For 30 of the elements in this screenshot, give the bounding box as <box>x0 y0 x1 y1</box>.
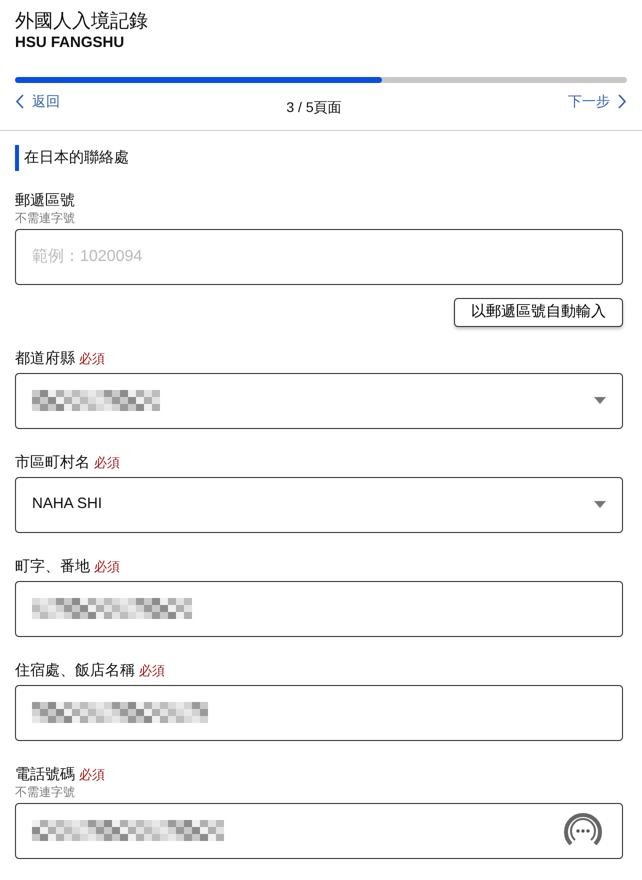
select-field[interactable]: NAHA SHI <box>15 476 623 532</box>
field-hint: 不需連字號 <box>15 211 76 225</box>
chevron-right-icon <box>618 94 627 109</box>
select-field[interactable] <box>15 372 623 428</box>
field-label: 市區町村名 <box>15 454 90 470</box>
input-field[interactable] <box>15 684 623 740</box>
back-link[interactable]: 返回 <box>15 91 60 112</box>
next-link[interactable]: 下一步 <box>568 91 627 112</box>
input-field[interactable] <box>15 802 623 858</box>
field-hint: 不需連字號 <box>15 784 76 798</box>
required-tag: 必須 <box>139 662 165 678</box>
field-label: 住宿處、飯店名稱 <box>15 662 135 678</box>
required-tag: 必須 <box>94 454 120 470</box>
dropdown-arrow-icon <box>594 501 606 508</box>
page-title: 外國人入境記錄 <box>15 10 149 34</box>
field-label: 郵遞區號 <box>15 192 75 209</box>
required-tag: 必須 <box>94 558 120 574</box>
field-label: 電話號碼 <box>15 766 75 782</box>
dropdown-arrow-icon <box>594 397 606 404</box>
required-tag: 必須 <box>79 766 105 782</box>
field-label: 町字、番地 <box>15 558 90 574</box>
required-tag: 必須 <box>79 350 105 366</box>
field-label: 都道府縣 <box>15 350 75 366</box>
section-heading: 在日本的聯絡處 <box>15 145 627 171</box>
page-indicator: 3 / 5頁面 <box>286 98 342 117</box>
chevron-left-icon <box>15 94 24 109</box>
input-field[interactable] <box>15 580 623 636</box>
autofill-button[interactable]: 以郵遞區號自動輸入 <box>454 298 623 326</box>
traveler-name: HSU FANGSHU <box>15 34 126 52</box>
input-field[interactable]: 範例：1020094 <box>15 229 623 285</box>
